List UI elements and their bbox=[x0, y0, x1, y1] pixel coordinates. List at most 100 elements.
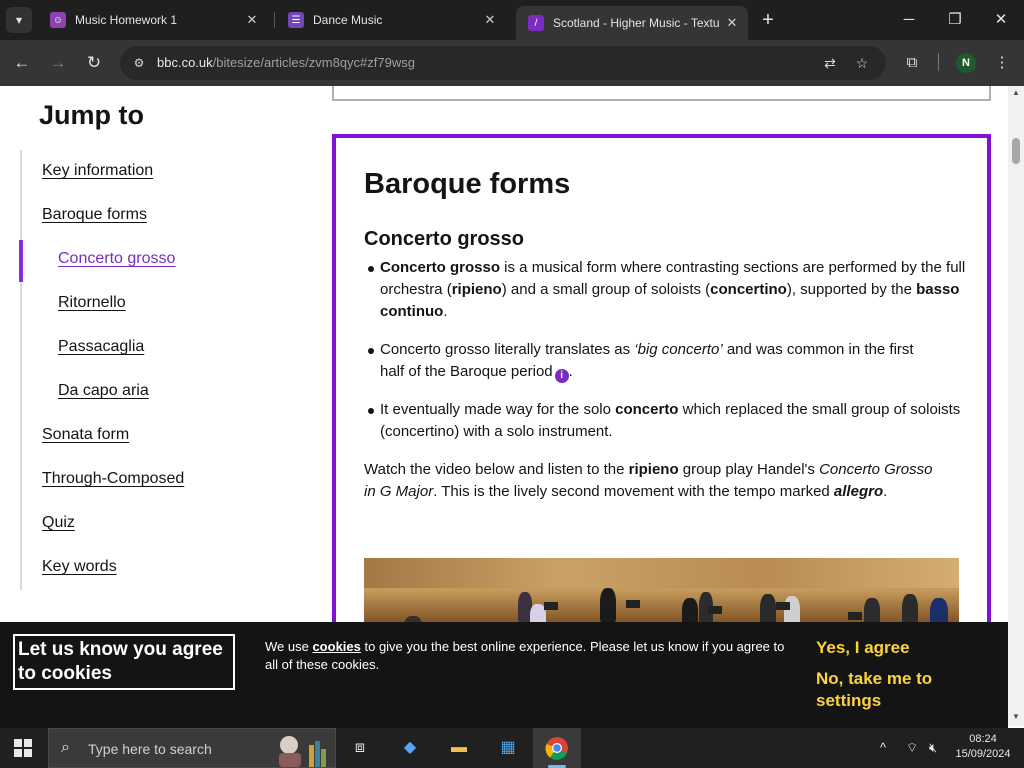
cookie-settings-button[interactable]: No, take me to settings bbox=[816, 668, 986, 712]
site-info-icon[interactable]: ⚙ bbox=[130, 54, 148, 72]
clock-time: 08:24 bbox=[969, 733, 997, 745]
forward-icon[interactable]: → bbox=[46, 51, 70, 75]
toc-link[interactable]: Passacaglia bbox=[58, 338, 144, 356]
page-scrollbar[interactable]: ▲ ▼ bbox=[1008, 86, 1024, 726]
microsoft-store-icon[interactable]: ▦ bbox=[495, 736, 521, 760]
text-segment: Watch the video below and listen to the bbox=[364, 461, 629, 478]
extensions-icon[interactable]: ⧉ bbox=[901, 52, 923, 74]
cookies-link[interactable]: cookies bbox=[312, 639, 360, 654]
text-segment: ripieno bbox=[628, 461, 679, 478]
video-player[interactable] bbox=[364, 558, 959, 622]
text-segment: ‘big concerto’ bbox=[634, 341, 723, 358]
scroll-down-arrow-icon[interactable]: ▼ bbox=[1008, 712, 1024, 724]
toc-link[interactable]: Quiz bbox=[42, 514, 75, 532]
browser-tab-bar: ▾ ☺ Music Homework 1 ✕ ☰ Dance Music ✕ /… bbox=[0, 0, 1024, 40]
chrome-icon[interactable] bbox=[544, 736, 570, 760]
close-icon[interactable]: ✕ bbox=[244, 12, 260, 28]
windows-taskbar: ⌕ Type here to search ⧈ ◆ ▬ ▦ ^ ⌔ 🔇︎ 08:… bbox=[0, 728, 1024, 768]
search-highlight-illustration bbox=[279, 736, 326, 767]
search-placeholder: Type here to search bbox=[88, 741, 212, 757]
text-segment: It eventually made way for the solo bbox=[380, 401, 616, 418]
text-segment: ), supported by the bbox=[786, 281, 917, 298]
profile-avatar[interactable]: N bbox=[956, 53, 976, 73]
text-segment: Concerto grosso literally translates as bbox=[380, 341, 635, 358]
info-icon[interactable]: i bbox=[554, 369, 569, 383]
classroom-icon: ☺ bbox=[50, 12, 66, 28]
toc-active-indicator bbox=[19, 240, 23, 282]
search-icon: ⌕ bbox=[61, 739, 70, 756]
bullet-item-translation: Concerto grosso literally translates as … bbox=[380, 339, 940, 383]
text-segment: Concerto grosso bbox=[380, 259, 501, 276]
cookie-banner-message: We use cookies to give you the best onli… bbox=[265, 639, 785, 672]
browser-tab-dance-music[interactable]: ☰ Dance Music ✕ bbox=[276, 6, 506, 34]
text-segment: allegro bbox=[833, 483, 884, 500]
video-thumbnail bbox=[364, 558, 959, 588]
tab-separator bbox=[274, 12, 275, 28]
toc-link[interactable]: Key information bbox=[42, 162, 153, 180]
toc-link[interactable]: Da capo aria bbox=[58, 382, 149, 400]
close-icon[interactable]: ✕ bbox=[482, 12, 498, 28]
text-segment: . This is the lively second movement wit… bbox=[433, 483, 834, 500]
show-hidden-icons-chevron-icon[interactable]: ^ bbox=[880, 740, 886, 755]
task-view-icon[interactable]: ⧈ bbox=[347, 736, 373, 760]
new-tab-button[interactable]: + bbox=[758, 8, 778, 32]
bullet-dot bbox=[368, 348, 374, 354]
scroll-up-arrow-icon[interactable]: ▲ bbox=[1008, 88, 1024, 100]
cookie-banner: Let us know you agree to cookies We use … bbox=[0, 622, 1008, 728]
translate-icon[interactable]: ⇄ bbox=[820, 53, 840, 73]
close-window-icon[interactable]: ✕ bbox=[989, 8, 1013, 32]
url-text[interactable]: bbc.co.uk/bitesize/articles/zvm8qyc#zf79… bbox=[157, 55, 415, 70]
scrollbar-thumb[interactable] bbox=[1012, 138, 1020, 164]
jump-to-heading: Jump to bbox=[39, 100, 144, 130]
forms-icon: ☰ bbox=[288, 12, 304, 28]
toc-link[interactable]: Concerto grosso bbox=[58, 250, 175, 268]
bitesize-icon: / bbox=[528, 15, 544, 31]
subsection-heading: Concerto grosso bbox=[364, 228, 525, 250]
toolbar-divider bbox=[938, 53, 939, 71]
video-intro-paragraph: Watch the video below and listen to the … bbox=[364, 459, 944, 503]
toc-link[interactable]: Key words bbox=[42, 558, 117, 576]
restore-icon[interactable]: ❐ bbox=[943, 8, 967, 32]
close-icon[interactable]: ✕ bbox=[724, 15, 740, 31]
bullet-item-definition: Concerto grosso is a musical form where … bbox=[380, 257, 970, 323]
cookie-banner-title: Let us know you agree to cookies bbox=[13, 634, 235, 690]
accept-cookies-button[interactable]: Yes, I agree bbox=[816, 638, 910, 658]
browser-tab-bitesize[interactable]: / Scotland - Higher Music - Textu ✕ bbox=[516, 6, 748, 40]
tab-title: Dance Music bbox=[313, 13, 383, 27]
text-segment: group play Handel's bbox=[678, 461, 820, 478]
address-bar[interactable]: ⚙ bbc.co.uk/bitesize/articles/zvm8qyc#zf… bbox=[120, 46, 886, 80]
browser-tab-music-homework[interactable]: ☺ Music Homework 1 ✕ bbox=[38, 6, 268, 34]
toc-link[interactable]: Sonata form bbox=[42, 426, 129, 444]
clock-date: 15/09/2024 bbox=[955, 748, 1011, 760]
minimize-icon[interactable]: ─ bbox=[897, 8, 921, 32]
reload-icon[interactable]: ↻ bbox=[82, 51, 106, 75]
volume-muted-icon[interactable]: 🔇︎ bbox=[929, 740, 937, 756]
bullet-dot bbox=[368, 266, 374, 272]
text-segment: . bbox=[883, 483, 888, 500]
text-segment: concerto bbox=[615, 401, 679, 418]
section-heading: Baroque forms bbox=[364, 168, 571, 200]
text-segment: concertino bbox=[710, 281, 787, 298]
tab-title: Scotland - Higher Music - Textu bbox=[553, 16, 720, 30]
toc-link[interactable]: Baroque forms bbox=[42, 206, 147, 224]
toc-rule bbox=[20, 150, 22, 590]
copilot-icon[interactable]: ◆ bbox=[397, 736, 423, 760]
taskbar-clock[interactable]: 08:24 15/09/2024 bbox=[950, 732, 1016, 762]
text-segment: ripieno bbox=[451, 281, 502, 298]
file-explorer-icon[interactable]: ▬ bbox=[446, 736, 472, 760]
previous-section-box bbox=[332, 86, 991, 101]
windows-start-icon[interactable] bbox=[14, 739, 32, 757]
bookmark-star-icon[interactable]: ☆ bbox=[852, 53, 872, 73]
browser-toolbar: ← → ↻ ⚙ bbc.co.uk/bitesize/articles/zvm8… bbox=[0, 40, 1024, 86]
network-icon[interactable]: ⌔ bbox=[906, 740, 918, 756]
taskbar-search-box[interactable]: ⌕ Type here to search bbox=[48, 728, 336, 768]
tab-search-button[interactable]: ▾ bbox=[6, 7, 32, 33]
back-icon[interactable]: ← bbox=[10, 51, 34, 75]
more-menu-icon[interactable]: ⋮ bbox=[991, 52, 1013, 74]
text-segment: . bbox=[443, 303, 448, 320]
bullet-item-solo-concerto: It eventually made way for the solo conc… bbox=[380, 399, 970, 443]
toc-link[interactable]: Through-Composed bbox=[42, 470, 184, 488]
tab-title: Music Homework 1 bbox=[75, 13, 178, 27]
page-viewport: Jump to Key information Baroque forms Conc… bbox=[0, 86, 1008, 622]
toc-link[interactable]: Ritornello bbox=[58, 294, 126, 312]
